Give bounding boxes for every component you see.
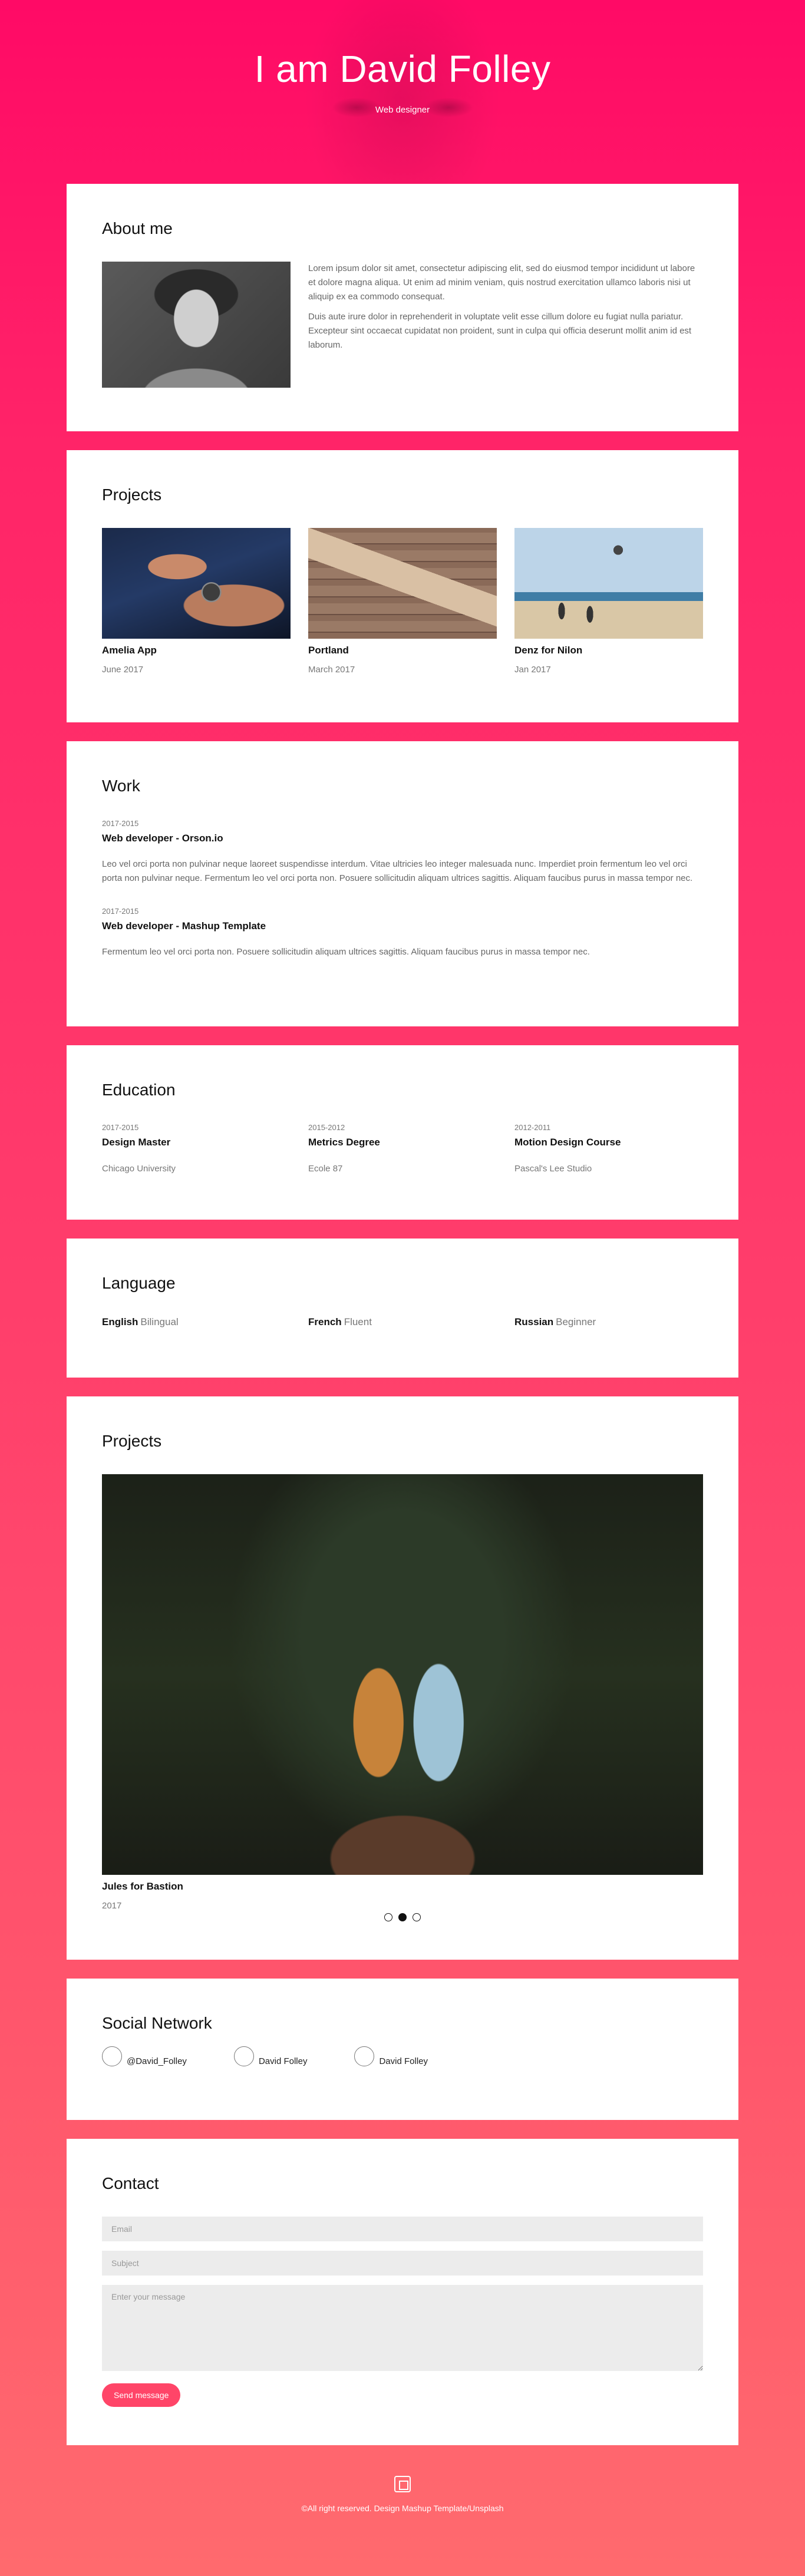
projects-heading: Projects	[102, 486, 162, 504]
education-title: Metrics Degree	[308, 1137, 380, 1148]
about-paragraph: Lorem ipsum dolor sit amet, consectetur …	[308, 263, 695, 302]
project-name: Amelia App	[102, 645, 157, 656]
work-item: 2017-2015 Web developer - Orson.io Leo v…	[102, 819, 703, 886]
about-section: About me Lorem ipsum dolor sit amet, con…	[67, 184, 738, 431]
slider-dot-active[interactable]	[398, 1913, 407, 1921]
about-photo	[102, 262, 291, 388]
contact-heading: Contact	[102, 2174, 159, 2192]
social-icon[interactable]	[233, 2046, 254, 2066]
language-name: French	[308, 1316, 342, 1327]
send-message-button[interactable]: Send message	[102, 2383, 181, 2407]
education-title: Design Master	[102, 1137, 171, 1148]
social-section: Social Network @David_Folley David Folle…	[67, 1979, 738, 2120]
slider-project-date: 2017	[102, 1901, 122, 1911]
about-paragraph: Duis aute irure dolor in reprehenderit i…	[308, 312, 692, 350]
footer: ©All right reserved. Design Mashup Templ…	[0, 2464, 805, 2513]
hero-subtitle: Web designer	[375, 105, 430, 115]
project-name: Portland	[308, 645, 349, 656]
slider-dot[interactable]	[413, 1913, 421, 1921]
education-school: Ecole 87	[308, 1164, 343, 1174]
page: I am David Folley Web designer About me …	[0, 0, 805, 2576]
project-date: March 2017	[308, 665, 355, 675]
education-date: 2012-2011	[514, 1123, 551, 1132]
projects-section: Projects Amelia App June 2017 Portland M…	[67, 450, 738, 722]
language-level: Fluent	[344, 1316, 372, 1327]
work-date: 2017-2015	[102, 907, 139, 916]
social-label[interactable]: David Folley	[259, 2056, 308, 2066]
language-level: Bilingual	[140, 1316, 179, 1327]
language-item: English Bilingual	[102, 1316, 291, 1328]
project-date: Jan 2017	[514, 665, 551, 675]
education-date: 2015-2012	[308, 1123, 345, 1132]
social-link[interactable]: @David_Folley	[102, 2046, 187, 2066]
project-card[interactable]: Portland March 2017	[308, 528, 497, 675]
work-date: 2017-2015	[102, 819, 139, 828]
slider-dot[interactable]	[384, 1913, 392, 1921]
social-icon[interactable]	[102, 2046, 122, 2066]
education-school: Chicago University	[102, 1164, 176, 1174]
education-item: 2012-2011 Motion Design Course Pascal's …	[514, 1123, 703, 1174]
social-link[interactable]: David Folley	[233, 2046, 308, 2066]
contact-section: Contact Send message	[67, 2139, 738, 2445]
slider-project-name: Jules for Bastion	[102, 1881, 183, 1892]
language-heading: Language	[102, 1274, 176, 1292]
hero-title: I am David Folley	[254, 48, 551, 90]
social-heading: Social Network	[102, 2014, 212, 2032]
social-label[interactable]: David Folley	[379, 2056, 428, 2066]
work-section: Work 2017-2015 Web developer - Orson.io …	[67, 741, 738, 1026]
education-title: Motion Design Course	[514, 1137, 621, 1148]
project-card[interactable]: Denz for Nilon Jan 2017	[514, 528, 703, 675]
subject-field[interactable]	[102, 2251, 703, 2276]
language-item: Russian Beginner	[514, 1316, 703, 1328]
email-field[interactable]	[102, 2217, 703, 2241]
work-description: Leo vel orci porta non pulvinar neque la…	[102, 859, 693, 883]
education-section: Education 2017-2015 Design Master Chicag…	[67, 1045, 738, 1220]
work-description: Fermentum leo vel orci porta non. Posuer…	[102, 947, 590, 957]
language-level: Beginner	[556, 1316, 596, 1327]
project-image[interactable]	[308, 528, 497, 639]
project-slider-section: Projects Jules for Bastion 2017	[67, 1396, 738, 1960]
project-name: Denz for Nilon	[514, 645, 583, 656]
work-title: Web developer - Mashup Template	[102, 920, 266, 932]
work-heading: Work	[102, 777, 140, 795]
education-heading: Education	[102, 1081, 176, 1099]
project-image[interactable]	[514, 528, 703, 639]
language-item: French Fluent	[308, 1316, 497, 1328]
about-heading: About me	[102, 219, 173, 237]
project-date: June 2017	[102, 665, 144, 675]
message-field[interactable]	[102, 2285, 703, 2371]
social-link[interactable]: David Folley	[354, 2046, 428, 2066]
about-text: Lorem ipsum dolor sit amet, consectetur …	[308, 262, 703, 388]
work-title: Web developer - Orson.io	[102, 833, 223, 844]
slider-heading: Projects	[102, 1432, 162, 1450]
education-item: 2017-2015 Design Master Chicago Universi…	[102, 1123, 291, 1174]
language-section: Language English Bilingual French Fluent R…	[67, 1239, 738, 1378]
hero: I am David Folley Web designer	[0, 0, 805, 184]
language-name: English	[102, 1316, 138, 1327]
work-item: 2017-2015 Web developer - Mashup Templat…	[102, 907, 703, 959]
slider-image[interactable]	[102, 1474, 703, 1875]
project-card[interactable]: Amelia App June 2017	[102, 528, 291, 675]
education-item: 2015-2012 Metrics Degree Ecole 87	[308, 1123, 497, 1174]
slider-dots	[102, 1913, 703, 1924]
footer-text: ©All right reserved. Design Mashup Templ…	[301, 2504, 504, 2513]
education-school: Pascal's Lee Studio	[514, 1164, 592, 1174]
logo-icon	[394, 2476, 411, 2492]
language-name: Russian	[514, 1316, 554, 1327]
social-label[interactable]: @David_Folley	[127, 2056, 187, 2066]
project-image[interactable]	[102, 528, 291, 639]
education-date: 2017-2015	[102, 1123, 139, 1132]
social-icon[interactable]	[354, 2046, 375, 2066]
